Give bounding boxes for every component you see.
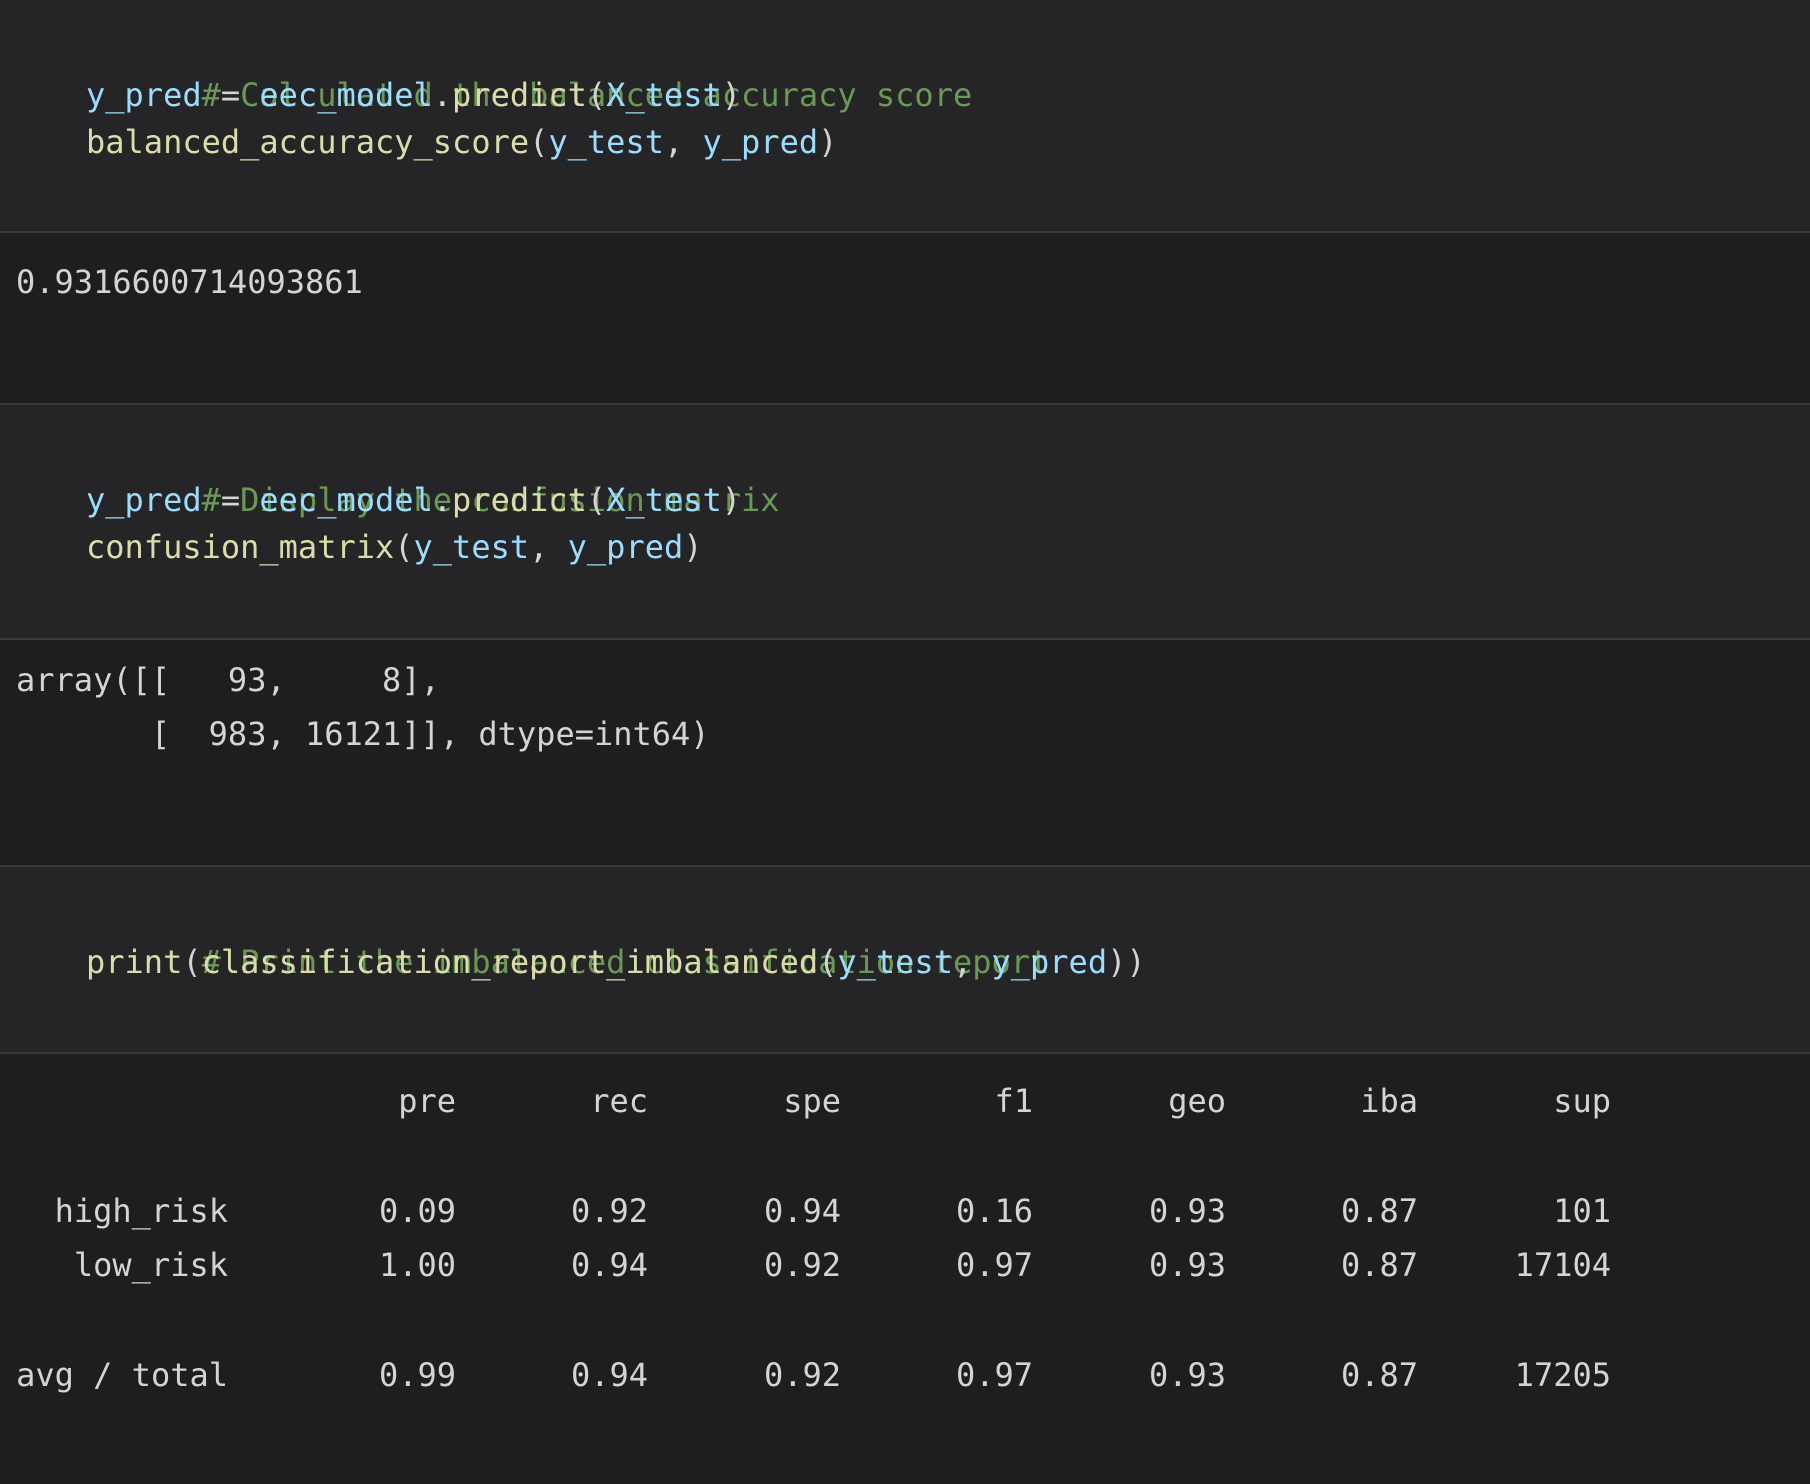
classification-report-table: pre rec spe f1 geo iba sup high_risk 0.0…	[16, 1074, 1611, 1402]
dot-token: .	[432, 76, 453, 114]
op-token: =	[201, 481, 260, 519]
paren-open: (	[394, 528, 414, 566]
separator-token: ,	[952, 943, 992, 981]
report-header-iba: iba	[1360, 1082, 1418, 1120]
paren-open: (	[586, 481, 607, 519]
report-cell: 0.94	[570, 1356, 648, 1394]
report-header-sup: sup	[1553, 1082, 1611, 1120]
arg-token: y_pred	[567, 528, 684, 566]
report-cell: 0.99	[378, 1356, 456, 1394]
arg-token: X_test	[606, 481, 722, 519]
output-cell-balanced-accuracy: 0.9316600714093861	[0, 233, 1810, 405]
var-token: y_pred	[86, 481, 202, 519]
arg-token: y_test	[548, 123, 664, 161]
report-cell: 0.92	[570, 1192, 648, 1230]
func-token: classification_report_imbalanced	[201, 943, 819, 981]
paren-open: (	[586, 76, 607, 114]
report-cell: 0.94	[570, 1246, 648, 1284]
report-header-spe: spe	[783, 1082, 841, 1120]
report-row-high-risk: high_risk 0.09 0.92 0.94 0.16 0.93 0.87 …	[16, 1184, 1611, 1238]
code-line-comment: # Display the confusion matrix	[86, 430, 1810, 519]
report-cell: 0.09	[378, 1192, 456, 1230]
report-row-total: avg / total 0.99 0.94 0.92 0.97 0.93 0.8…	[16, 1348, 1611, 1402]
report-cell: 0.93	[1148, 1192, 1226, 1230]
output-cell-confusion-matrix: array([[ 93, 8], [ 983, 16121]], dtype=i…	[0, 640, 1810, 867]
report-cell: 0.16	[955, 1192, 1033, 1230]
func-token: confusion_matrix	[86, 528, 395, 566]
paren-close: ))	[1107, 943, 1146, 981]
arg-token: y_pred	[702, 123, 819, 161]
code-line-print: print(classification_report_imbalanced(y…	[86, 939, 1810, 986]
report-cell: 17205	[1514, 1356, 1611, 1394]
object-token: eec_model	[259, 76, 433, 114]
report-cell: 0.97	[955, 1356, 1033, 1394]
arg-token: y_test	[837, 943, 953, 981]
code-line-score: balanced_accuracy_score(y_test, y_pred)	[86, 119, 1810, 166]
object-token: eec_model	[259, 481, 433, 519]
report-row-label: high_risk	[54, 1192, 228, 1230]
report-header-row: pre rec spe f1 geo iba sup	[16, 1074, 1611, 1128]
report-header-f1: f1	[994, 1082, 1033, 1120]
report-cell: 0.97	[955, 1246, 1033, 1284]
report-header-rec: rec	[590, 1082, 648, 1120]
output-cell-classification-report: pre rec spe f1 geo iba sup high_risk 0.0…	[0, 1054, 1810, 1484]
report-cell: 0.87	[1340, 1356, 1418, 1394]
paren-open: (	[182, 943, 202, 981]
report-row-label: low_risk	[73, 1246, 228, 1284]
report-cell: 0.92	[763, 1356, 841, 1394]
op-token: =	[201, 76, 260, 114]
report-header-pre: pre	[398, 1082, 456, 1120]
func-token: balanced_accuracy_score	[86, 123, 530, 161]
arg-token: y_test	[413, 528, 530, 566]
arg-token: y_pred	[991, 943, 1108, 981]
paren-close: )	[683, 528, 703, 566]
paren-close: )	[721, 76, 742, 114]
output-text: 0.9316600714093861	[16, 263, 363, 301]
var-token: y_pred	[86, 76, 202, 114]
code-line-comment: # Calculated the balanced accuracy score	[86, 25, 1810, 114]
func-token: predict	[452, 76, 587, 114]
report-cell: 0.93	[1148, 1356, 1226, 1394]
func-token: predict	[452, 481, 587, 519]
report-cell: 0.92	[763, 1246, 841, 1284]
arg-token: X_test	[606, 76, 722, 114]
report-spacer-row	[16, 1128, 1611, 1184]
report-cell: 1.00	[378, 1246, 456, 1284]
report-row-low-risk: low_risk 1.00 0.94 0.92 0.97 0.93 0.87 1…	[16, 1238, 1611, 1292]
report-row-label: avg / total	[16, 1356, 228, 1394]
code-cell-classification-report[interactable]: # Print the imbalanced classification re…	[0, 867, 1810, 1054]
report-spacer-row	[16, 1292, 1611, 1348]
code-line-predict: y_pred = eec_model.predict(X_test)	[86, 477, 1810, 524]
report-header-geo: geo	[1168, 1082, 1226, 1120]
report-cell: 17104	[1514, 1246, 1611, 1284]
separator-token: ,	[529, 528, 568, 566]
report-cell: 0.94	[763, 1192, 841, 1230]
report-cell: 101	[1553, 1192, 1611, 1230]
separator-token: ,	[663, 123, 703, 161]
notebook: # Calculated the balanced accuracy score…	[0, 0, 1810, 1484]
report-cell: 0.87	[1340, 1192, 1418, 1230]
report-cell: 0.87	[1340, 1246, 1418, 1284]
output-array-line-2: [ 983, 16121]], dtype=int64)	[16, 715, 710, 753]
report-corner-cell	[16, 1074, 228, 1128]
dot-token: .	[432, 481, 453, 519]
output-array-line-1: array([[ 93, 8],	[16, 661, 440, 699]
paren-open: (	[818, 943, 838, 981]
report-cell: 0.93	[1148, 1246, 1226, 1284]
paren-close: )	[721, 481, 742, 519]
code-cell-balanced-accuracy[interactable]: # Calculated the balanced accuracy score…	[0, 0, 1810, 233]
code-cell-confusion-matrix[interactable]: # Display the confusion matrix y_pred = …	[0, 405, 1810, 640]
paren-open: (	[529, 123, 549, 161]
paren-close: )	[818, 123, 838, 161]
code-line-matrix: confusion_matrix(y_test, y_pred)	[86, 524, 1810, 571]
code-line-comment: # Print the imbalanced classification re…	[86, 892, 1810, 981]
func-token: print	[86, 943, 183, 981]
